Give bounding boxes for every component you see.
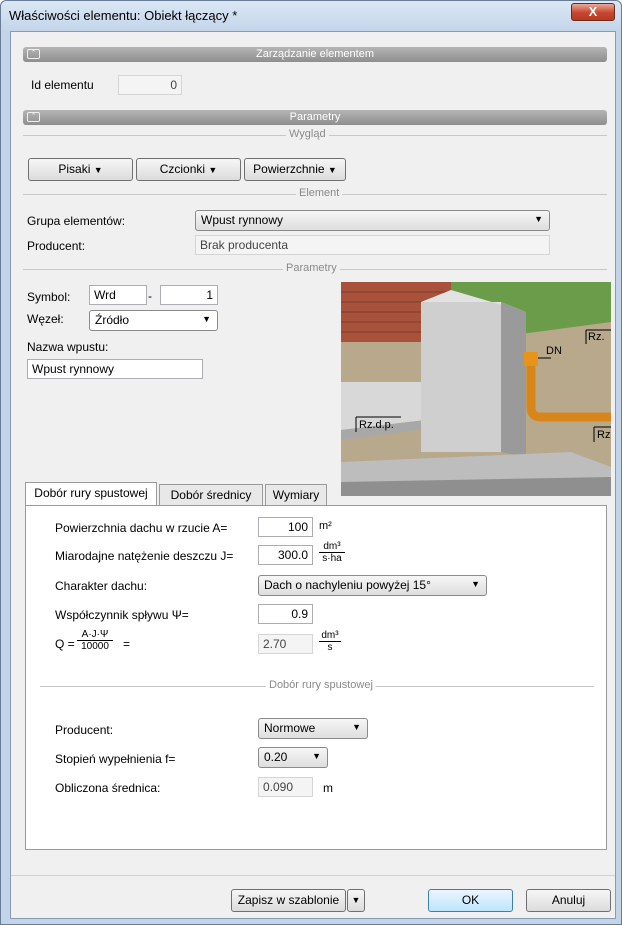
q-result: 2.70 [258, 634, 313, 654]
dropdown-arrow-icon: ▼ [312, 751, 321, 761]
dialog-client: ⌃ Zarządzanie elementem Id elementu 0 ⌃ … [10, 31, 616, 919]
rz-top-label: Rz. [588, 331, 605, 343]
dropdown-arrow-icon: ▼ [327, 165, 337, 175]
tab-dimensions[interactable]: Wymiary [265, 484, 327, 506]
dropdown-arrow-icon: ▼ [351, 895, 361, 905]
inlet-illustration: Rz. DN Rz.d.p. Rz [341, 282, 611, 496]
dropdown-arrow-icon: ▼ [208, 165, 218, 175]
symbol-label: Symbol: [27, 290, 71, 304]
diameter-result: 0.090 [258, 777, 313, 797]
dialog-window: Właściwości elementu: Obiekt łączący * X… [0, 0, 622, 925]
wyglad-title: Wygląd [286, 128, 329, 140]
pipe-producer-label: Producent: [55, 723, 114, 737]
dropdown-arrow-icon: ▼ [471, 579, 480, 589]
dropdown-arrow-icon: ▼ [352, 722, 361, 732]
section-params-header[interactable]: ⌃ Parametry [23, 110, 607, 125]
element-title: Element [296, 187, 343, 199]
producer-label: Producent: [27, 239, 86, 253]
surfaces-button[interactable]: Powierzchnie ▼ [244, 158, 346, 181]
symbol-dash: - [148, 289, 152, 303]
diameter-unit: m [323, 781, 333, 795]
roof-dropdown[interactable]: Dach o nachyleniu powyżej 15° ▼ [258, 575, 487, 596]
section-manage-header[interactable]: ⌃ Zarządzanie elementem [23, 47, 607, 62]
dropdown-arrow-icon: ▼ [202, 314, 211, 324]
area-input[interactable]: 100 [258, 517, 313, 537]
save-template-dropdown[interactable]: ▼ [347, 889, 365, 912]
rzdp-label: Rz.d.p. [359, 419, 394, 431]
tab-pipe-selection[interactable]: Dobór rury spustowej [25, 482, 157, 506]
group-label: Grupa elementów: [27, 214, 126, 228]
fill-dropdown[interactable]: 0.20 ▼ [258, 747, 328, 768]
pipe-section-title: Dobór rury spustowej [266, 679, 376, 691]
collapse-icon: ⌃ [27, 49, 40, 59]
rain-input[interactable]: 300.0 [258, 545, 313, 565]
area-unit: m² [319, 520, 332, 532]
ok-button[interactable]: OK [428, 889, 513, 912]
dropdown-arrow-icon: ▼ [534, 214, 543, 224]
name-label: Nazwa wpustu: [27, 340, 109, 354]
node-dropdown[interactable]: Źródło ▼ [89, 310, 218, 331]
producer-field: Brak producenta [195, 235, 550, 255]
title-bar: Właściwości elementu: Obiekt łączący * X [1, 1, 621, 31]
section-manage-title: Zarządzanie elementem [255, 48, 374, 60]
footer-divider [11, 875, 615, 876]
symbol-number-input[interactable]: 1 [160, 285, 218, 305]
inlet-illustration-svg: Rz. DN Rz.d.p. Rz [341, 282, 611, 496]
roof-label: Charakter dachu: [55, 579, 148, 593]
close-button[interactable]: X [571, 3, 615, 21]
parametry-title: Parametry [283, 262, 340, 274]
id-field: 0 [118, 75, 182, 95]
section-params-title: Parametry [289, 111, 341, 123]
name-input[interactable]: Wpust rynnowy [27, 359, 203, 379]
q-equals: = [123, 637, 131, 651]
window-title: Właściwości elementu: Obiekt łączący * [9, 8, 238, 23]
tab-panel: Powierzchnia dachu w rzucie A= 100 m² Mi… [25, 505, 607, 850]
area-label: Powierzchnia dachu w rzucie A= [55, 521, 228, 535]
symbol-input[interactable]: Wrd [89, 285, 147, 305]
dn-label: DN [546, 345, 562, 357]
q-label: Q = [55, 637, 75, 651]
pipe-producer-dropdown[interactable]: Normowe ▼ [258, 718, 368, 739]
pens-button[interactable]: Pisaki ▼ [28, 158, 133, 181]
node-label: Węzeł: [27, 312, 64, 326]
save-template-button[interactable]: Zapisz w szablonie [231, 889, 346, 912]
id-label: Id elementu [31, 78, 94, 92]
fonts-button[interactable]: Czcionki ▼ [136, 158, 241, 181]
tab-diameter-selection[interactable]: Dobór średnicy [159, 484, 263, 506]
rain-unit: dm³ s·ha [319, 541, 345, 564]
collapse-icon: ⌃ [27, 112, 40, 122]
tab-strip: Dobór rury spustowej Dobór średnicy Wymi… [25, 482, 327, 506]
q-unit: dm³ s [319, 630, 341, 653]
dropdown-arrow-icon: ▼ [93, 165, 103, 175]
group-dropdown[interactable]: Wpust rynnowy ▼ [195, 210, 550, 231]
rz-right-label: Rz [597, 429, 610, 441]
q-formula: A·J·Ψ 10000 [77, 629, 113, 652]
diameter-label: Obliczona średnica: [55, 781, 161, 795]
coef-label: Współczynnik spływu Ψ= [55, 608, 189, 622]
cancel-button[interactable]: Anuluj [526, 889, 611, 912]
coef-input[interactable]: 0.9 [258, 604, 313, 624]
rain-label: Miarodajne natężenie deszczu J= [55, 549, 234, 563]
fill-label: Stopień wypełnienia f= [55, 752, 176, 766]
